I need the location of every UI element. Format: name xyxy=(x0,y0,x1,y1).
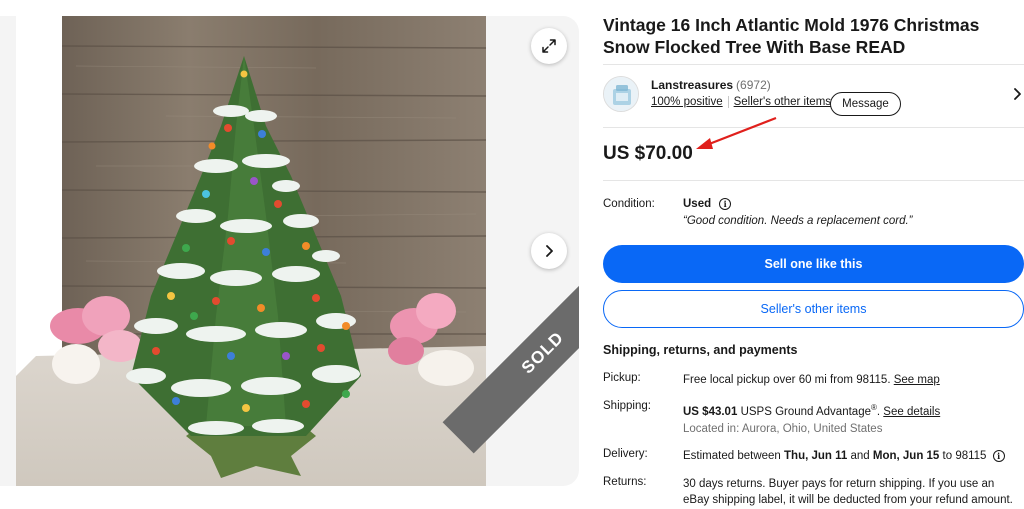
seller-card-chevron[interactable] xyxy=(1011,87,1023,105)
condition-note: “Good condition. Needs a replacement cor… xyxy=(683,215,913,227)
arrow-annotation xyxy=(696,116,777,149)
seller-card[interactable]: Lanstreasures (6972) 100% positive Seller… xyxy=(603,76,1024,116)
condition-label: Condition: xyxy=(603,198,655,210)
delivery-end-date: Mon, Jun 15 xyxy=(872,450,940,462)
shipping-value-line: US $43.01 USPS Ground Advantage®. See de… xyxy=(683,403,941,418)
seller-name: Lanstreasures xyxy=(651,78,734,92)
message-seller-button[interactable]: Message xyxy=(830,92,901,116)
info-icon[interactable]: i xyxy=(719,198,732,210)
divider xyxy=(603,64,1024,65)
delivery-zip: to 98115 xyxy=(942,450,987,462)
shipping-label: Shipping: xyxy=(603,400,651,412)
delivery-label: Delivery: xyxy=(603,448,648,460)
christmas-tree-photo xyxy=(16,16,486,486)
seller-other-items-link[interactable]: Seller's other items xyxy=(734,96,831,108)
next-image-button[interactable] xyxy=(531,233,567,269)
seller-avatar[interactable] xyxy=(603,76,639,112)
delivery-prefix: Estimated between xyxy=(683,450,781,462)
chevron-right-icon xyxy=(1014,88,1021,100)
sold-ribbon-text: SOLD xyxy=(517,327,568,378)
item-price: US $70.00 xyxy=(603,143,693,164)
see-map-link[interactable]: See map xyxy=(894,374,940,386)
seller-feedback-count: (6972) xyxy=(736,78,771,92)
seller-logo-icon xyxy=(604,77,638,111)
condition-value-line: Used i xyxy=(683,198,732,210)
delivery-and: and xyxy=(850,450,870,462)
shipping-service: USPS Ground Advantage xyxy=(740,405,871,418)
condition-value: Used xyxy=(683,198,712,210)
shipping-cost: US $43.01 xyxy=(683,405,738,418)
sell-one-like-this-button[interactable]: Sell one like this xyxy=(603,245,1024,283)
divider xyxy=(603,127,1024,128)
delivery-start-date: Thu, Jun 11 xyxy=(784,450,848,462)
item-location: Located in: Aurora, Ohio, United States xyxy=(683,423,883,435)
seller-links: 100% positive Seller's other items xyxy=(651,96,831,108)
listing-title: Vintage 16 Inch Atlantic Mold 1976 Chris… xyxy=(603,15,980,57)
info-icon[interactable]: i xyxy=(992,450,1005,462)
pickup-label: Pickup: xyxy=(603,372,641,384)
returns-label: Returns: xyxy=(603,476,647,488)
link-separator xyxy=(727,96,729,108)
pickup-value-line: Free local pickup over 60 mi from 98115.… xyxy=(683,372,1019,388)
divider xyxy=(603,180,1024,181)
shipping-heading: Shipping, returns, and payments xyxy=(603,343,798,357)
expand-icon xyxy=(542,39,556,53)
seller-name-line: Lanstreasures (6972) xyxy=(651,78,771,92)
chevron-right-icon xyxy=(546,245,553,257)
seller-feedback-link[interactable]: 100% positive xyxy=(651,96,723,108)
image-gallery: SOLD xyxy=(0,16,579,486)
sellers-other-items-button[interactable]: Seller's other items xyxy=(603,290,1024,328)
see-details-link[interactable]: See details xyxy=(883,406,940,418)
returns-value: 30 days returns. Buyer pays for return s… xyxy=(683,478,1013,506)
listing-photo[interactable] xyxy=(16,16,486,486)
pickup-value: Free local pickup over 60 mi from 98115. xyxy=(683,374,891,386)
expand-image-button[interactable] xyxy=(531,28,567,64)
delivery-value-line: Estimated between Thu, Jun 11 and Mon, J… xyxy=(683,448,1019,464)
